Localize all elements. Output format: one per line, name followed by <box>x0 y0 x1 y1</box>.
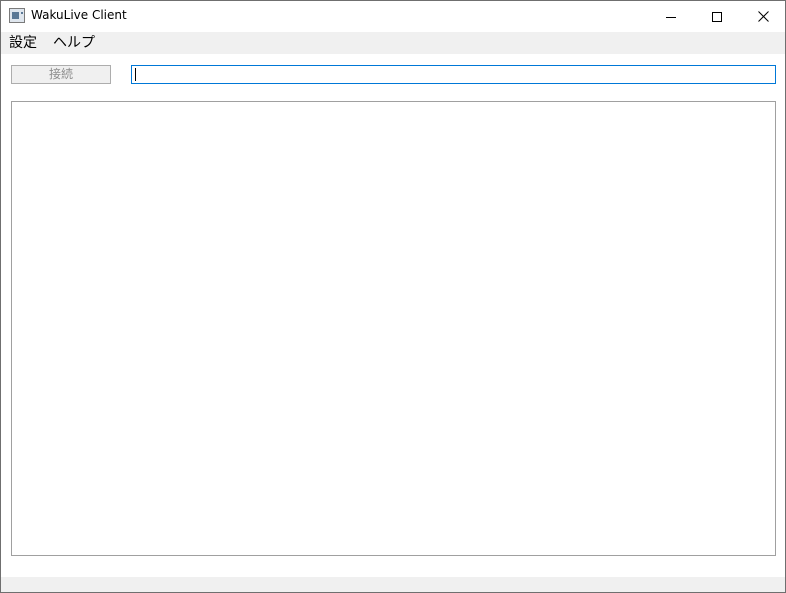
minimize-icon <box>666 16 676 18</box>
title-bar[interactable]: WakuLive Client <box>1 1 785 32</box>
app-window-icon <box>9 8 25 23</box>
close-button[interactable] <box>740 1 785 32</box>
url-input[interactable] <box>131 65 776 84</box>
app-window: WakuLive Client 設定 ヘルプ 接続 <box>0 0 786 593</box>
connect-button[interactable]: 接続 <box>11 65 111 84</box>
status-bar <box>1 577 785 592</box>
menu-settings[interactable]: 設定 <box>9 34 37 52</box>
maximize-button[interactable] <box>694 1 740 32</box>
maximize-icon <box>712 11 722 22</box>
text-caret <box>135 68 136 81</box>
close-icon <box>757 11 769 22</box>
menu-bar: 設定 ヘルプ <box>1 32 785 54</box>
comment-list-area[interactable] <box>11 101 776 556</box>
minimize-button[interactable] <box>648 1 694 32</box>
window-title: WakuLive Client <box>31 8 127 22</box>
menu-help[interactable]: ヘルプ <box>53 34 95 52</box>
